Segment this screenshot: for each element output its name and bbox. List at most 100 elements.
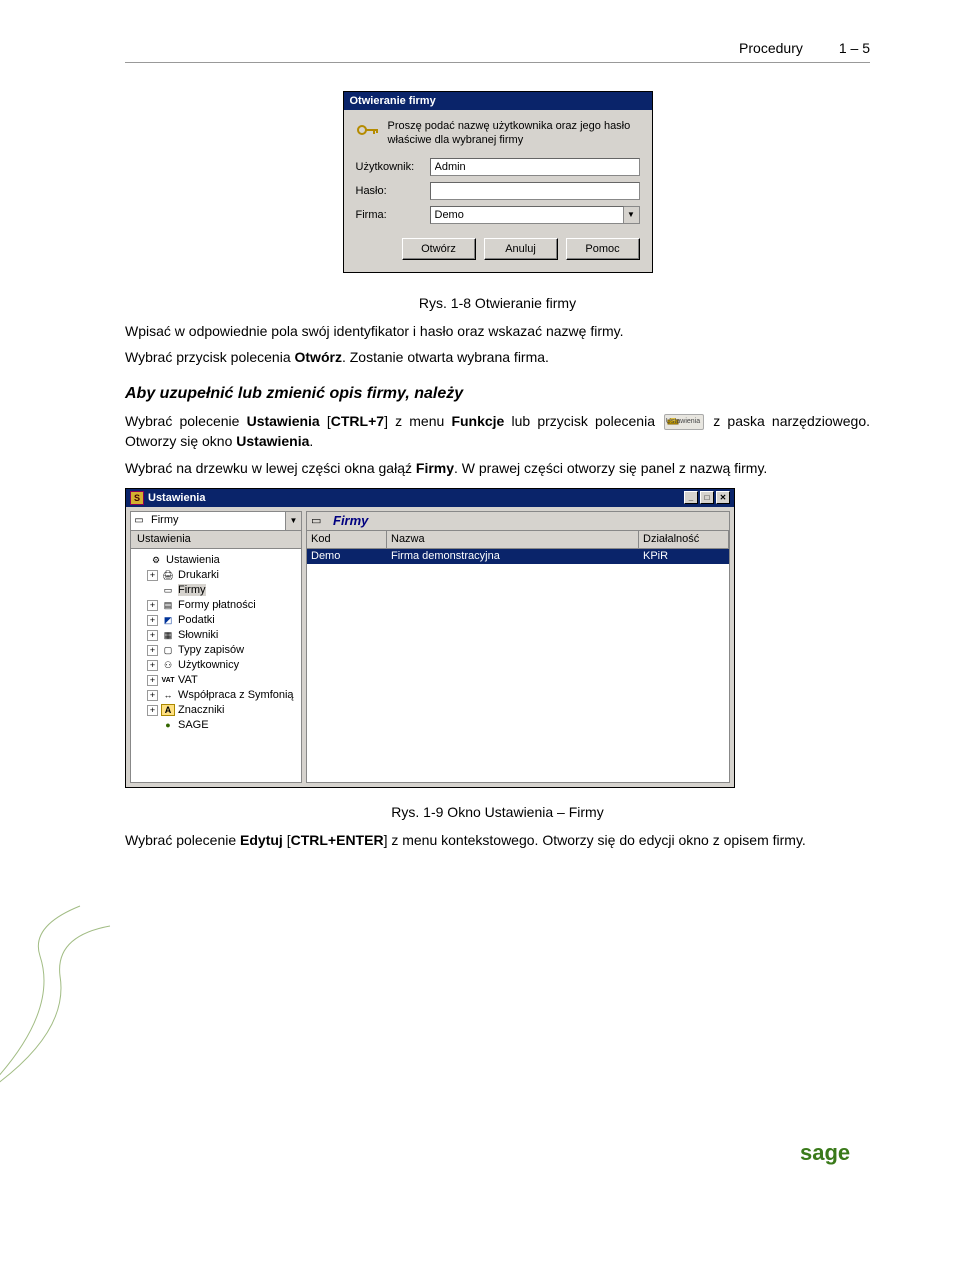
settings-right-panel: ▭ Firmy Kod Nazwa Działalność Demo Firma… bbox=[306, 511, 730, 783]
svg-text:sage: sage bbox=[800, 1140, 850, 1165]
tree-header: Ustawienia bbox=[130, 531, 302, 549]
dialog-titlebar: Otwieranie firmy bbox=[344, 92, 652, 110]
settings-toolbar-icon: Ustawienia bbox=[664, 414, 704, 430]
tree-item[interactable]: +↔Współpraca z Symfonią bbox=[133, 688, 299, 703]
user-label: Użytkownik: bbox=[356, 161, 430, 173]
tree-expand-icon bbox=[147, 585, 158, 596]
col-kod[interactable]: Kod bbox=[307, 531, 387, 549]
printer-icon: 🖨 bbox=[161, 569, 175, 581]
blue-icon: ◩ bbox=[161, 614, 175, 626]
tree-expand-icon[interactable]: + bbox=[147, 615, 158, 626]
tree-expand-icon[interactable]: + bbox=[147, 690, 158, 701]
vat-icon: VAT bbox=[161, 674, 175, 686]
firm-label: Firma: bbox=[356, 209, 430, 221]
tree-item[interactable]: +🖨Drukarki bbox=[133, 568, 299, 583]
tree-item-label: Użytkownicy bbox=[178, 659, 239, 671]
tree-item[interactable]: +◩Podatki bbox=[133, 613, 299, 628]
dict-icon: ▦ bbox=[161, 629, 175, 641]
tree-item-label: Współpraca z Symfonią bbox=[178, 689, 294, 701]
paragraph-4: Wybrać polecenie Edytuj [CTRL+ENTER] z m… bbox=[125, 830, 870, 850]
link-icon: ↔ bbox=[161, 689, 175, 701]
paragraph-1a: Wpisać w odpowiednie pola swój identyfik… bbox=[125, 321, 870, 341]
col-dzialalnosc[interactable]: Działalność bbox=[639, 531, 729, 549]
minimize-button[interactable]: _ bbox=[684, 491, 698, 504]
page-header: Procedury 1 – 5 bbox=[125, 40, 870, 63]
paragraph-1b: Wybrać przycisk polecenia Otwórz. Zostan… bbox=[125, 347, 870, 367]
chevron-down-icon[interactable]: ▼ bbox=[285, 512, 301, 530]
firm-dropdown-button[interactable]: ▼ bbox=[624, 206, 640, 224]
help-button[interactable]: Pomoc bbox=[566, 238, 640, 260]
tree-expand-icon[interactable]: + bbox=[147, 630, 158, 641]
close-button[interactable]: ✕ bbox=[716, 491, 730, 504]
box-icon: ▭ bbox=[131, 512, 147, 530]
tree-item[interactable]: ▭Firmy bbox=[133, 583, 299, 598]
users-icon: ⚇ bbox=[161, 659, 175, 671]
panel-icon: ▭ bbox=[311, 514, 327, 527]
tree-expand-icon bbox=[135, 555, 146, 566]
user-input[interactable] bbox=[430, 158, 640, 176]
tree-item[interactable]: +VATVAT bbox=[133, 673, 299, 688]
tree-item[interactable]: +▢Typy zapisów bbox=[133, 643, 299, 658]
grid-body[interactable]: Demo Firma demonstracyjna KPiR bbox=[306, 549, 730, 783]
figure-caption-2: Rys. 1-9 Okno Ustawienia – Firmy bbox=[125, 804, 870, 820]
paragraph-3: Wybrać na drzewku w lewej części okna ga… bbox=[125, 458, 870, 478]
gear-icon: ⚙ bbox=[149, 554, 163, 566]
app-s-icon: S bbox=[130, 491, 144, 505]
header-title: Procedury bbox=[739, 40, 803, 56]
tree-item-label: Formy płatności bbox=[178, 599, 256, 611]
tree-expand-icon bbox=[147, 720, 158, 731]
panel-title: Firmy bbox=[333, 513, 368, 528]
tree-item-label: Firmy bbox=[178, 584, 206, 596]
page-icon: ▢ bbox=[161, 644, 175, 656]
tree-item-label: VAT bbox=[178, 674, 198, 686]
tree-expand-icon[interactable]: + bbox=[147, 675, 158, 686]
tree-expand-icon[interactable]: + bbox=[147, 660, 158, 671]
firm-input[interactable] bbox=[430, 206, 624, 224]
cell-kod: Demo bbox=[307, 549, 387, 564]
tree-item[interactable]: +AZnaczniki bbox=[133, 703, 299, 718]
settings-left-panel: ▭ Firmy ▼ Ustawienia ⚙Ustawienia+🖨Drukar… bbox=[130, 511, 302, 783]
cell-dzialalnosc: KPiR bbox=[639, 549, 729, 564]
key-icon bbox=[356, 120, 380, 140]
cell-nazwa: Firma demonstracyjna bbox=[387, 549, 639, 564]
decorative-curve bbox=[0, 896, 120, 1096]
category-combo[interactable]: ▭ Firmy ▼ bbox=[130, 511, 302, 531]
grid-header: Kod Nazwa Działalność bbox=[306, 531, 730, 549]
tree-item-label: SAGE bbox=[178, 719, 209, 731]
tree-expand-icon[interactable]: + bbox=[147, 600, 158, 611]
settings-window: S Ustawienia _ □ ✕ ▭ Firmy ▼ Ustawienia … bbox=[125, 488, 735, 788]
maximize-button[interactable]: □ bbox=[700, 491, 714, 504]
tree-item-label: Podatki bbox=[178, 614, 215, 626]
figure-caption-1: Rys. 1-8 Otwieranie firmy bbox=[125, 295, 870, 311]
settings-tree[interactable]: ⚙Ustawienia+🖨Drukarki▭Firmy+▤Formy płatn… bbox=[130, 549, 302, 783]
tree-item[interactable]: ●SAGE bbox=[133, 718, 299, 733]
grid-row[interactable]: Demo Firma demonstracyjna KPiR bbox=[307, 549, 729, 564]
settings-titlebar: S Ustawienia _ □ ✕ bbox=[126, 489, 734, 507]
tree-expand-icon[interactable]: + bbox=[147, 570, 158, 581]
tree-item-label: Ustawienia bbox=[166, 554, 220, 566]
open-button[interactable]: Otwórz bbox=[402, 238, 476, 260]
col-nazwa[interactable]: Nazwa bbox=[387, 531, 639, 549]
header-page: 1 – 5 bbox=[839, 40, 870, 56]
sage-logo: sage bbox=[800, 1140, 870, 1166]
pass-input[interactable] bbox=[430, 182, 640, 200]
tree-expand-icon[interactable]: + bbox=[147, 705, 158, 716]
tree-item-label: Drukarki bbox=[178, 569, 219, 581]
tree-item-label: Znaczniki bbox=[178, 704, 224, 716]
tree-item[interactable]: +⚇Użytkownicy bbox=[133, 658, 299, 673]
open-company-dialog: Otwieranie firmy Proszę podać nazwę użyt… bbox=[343, 91, 653, 273]
ball-icon: ● bbox=[161, 719, 175, 731]
subheading: Aby uzupełnić lub zmienić opis firmy, na… bbox=[125, 385, 870, 403]
tree-item[interactable]: ⚙Ustawienia bbox=[133, 553, 299, 568]
box-sel-icon: ▭ bbox=[161, 584, 175, 596]
cancel-button[interactable]: Anuluj bbox=[484, 238, 558, 260]
a-icon: A bbox=[161, 704, 175, 716]
dialog-prompt: Proszę podać nazwę użytkownika oraz jego… bbox=[388, 120, 640, 148]
settings-title: Ustawienia bbox=[148, 492, 205, 504]
tree-item[interactable]: +▤Formy płatności bbox=[133, 598, 299, 613]
tree-item-label: Typy zapisów bbox=[178, 644, 244, 656]
tree-item[interactable]: +▦Słowniki bbox=[133, 628, 299, 643]
tree-expand-icon[interactable]: + bbox=[147, 645, 158, 656]
tree-item-label: Słowniki bbox=[178, 629, 218, 641]
pass-label: Hasło: bbox=[356, 185, 430, 197]
